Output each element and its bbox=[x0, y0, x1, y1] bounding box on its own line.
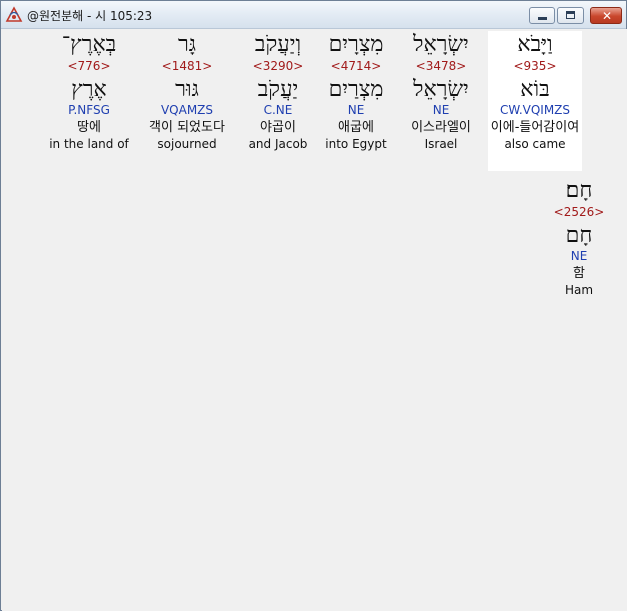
english-gloss: in the land of bbox=[49, 137, 129, 151]
close-button[interactable]: ✕ bbox=[590, 7, 622, 24]
app-logo-icon[interactable] bbox=[5, 6, 23, 24]
korean-gloss: 땅에 bbox=[77, 120, 101, 135]
lemma-word: בּוֹא bbox=[520, 77, 550, 102]
english-gloss: sojourned bbox=[157, 137, 217, 151]
korean-gloss: 야곱이 bbox=[260, 120, 296, 135]
hebrew-word: וַיָּבֹא bbox=[517, 32, 553, 57]
korean-gloss: 객이 되었도다 bbox=[149, 120, 225, 135]
lemma-word: יַעֲקֹב bbox=[257, 77, 299, 102]
lemma-word: גּוּר bbox=[175, 77, 199, 102]
korean-gloss: 이스라엘이 bbox=[411, 120, 471, 135]
morph-code: P.NFSG bbox=[68, 103, 110, 117]
morph-code: C.NE bbox=[263, 103, 293, 117]
word-block[interactable]: וְיַעֲקֹב <3290> יַעֲקֹב C.NE 야곱이 and Ja… bbox=[231, 31, 325, 152]
hebrew-word: גָּר bbox=[177, 32, 197, 57]
hebrew-word: חָם׃ bbox=[565, 178, 593, 203]
english-gloss: also came bbox=[504, 137, 566, 151]
minimize-button[interactable] bbox=[529, 7, 555, 24]
maximize-button[interactable] bbox=[557, 7, 584, 24]
word-block[interactable]: בְּאֶרֶץ־ <776> אֶרֶץ P.NFSG 땅에 in the l… bbox=[42, 31, 136, 152]
lemma-word: אֶרֶץ bbox=[71, 77, 107, 102]
strong-number[interactable]: <776> bbox=[42, 59, 136, 73]
strong-number[interactable]: <1481> bbox=[140, 59, 234, 73]
hebrew-word: בְּאֶרֶץ־ bbox=[61, 32, 117, 57]
word-block[interactable]: גָּר <1481> גּוּר VQAMZS 객이 되었도다 sojourn… bbox=[140, 31, 234, 152]
morph-code: NE bbox=[570, 249, 588, 263]
morph-code: NE bbox=[432, 103, 450, 117]
english-gloss: Ham bbox=[564, 283, 594, 297]
word-block[interactable]: וַיָּבֹא <935> בּוֹא CW.VQIMZS 이에-들어감이여 … bbox=[488, 31, 582, 171]
hebrew-word: וְיַעֲקֹב bbox=[254, 32, 302, 57]
strong-number[interactable]: <2526> bbox=[532, 205, 626, 219]
interlinear-panel: וַיָּבֹא <935> בּוֹא CW.VQIMZS 이에-들어감이여 … bbox=[2, 29, 627, 611]
korean-gloss: 함 bbox=[573, 266, 585, 281]
lemma-word: יִשְׂרָאֵל bbox=[413, 77, 469, 102]
morph-code: CW.VQIMZS bbox=[499, 103, 571, 117]
hebrew-word: יִשְׂרָאֵל bbox=[413, 32, 469, 57]
close-icon: ✕ bbox=[601, 9, 613, 23]
minimize-icon bbox=[538, 17, 547, 20]
word-block[interactable]: יִשְׂרָאֵל <3478> יִשְׂרָאֵל NE 이스라엘이 Is… bbox=[394, 31, 488, 152]
app-window: @원전분해 - 시 105:23 ✕ וַיָּבֹא <935> בּוֹא … bbox=[0, 0, 627, 611]
strong-number[interactable]: <3478> bbox=[394, 59, 488, 73]
morph-code: VQAMZS bbox=[160, 103, 214, 117]
strong-number[interactable]: <3290> bbox=[231, 59, 325, 73]
english-gloss: and Jacob bbox=[248, 137, 308, 151]
window-title: @원전분해 - 시 105:23 bbox=[27, 9, 153, 23]
title-bar[interactable]: @원전분해 - 시 105:23 ✕ bbox=[1, 1, 626, 29]
strong-number[interactable]: <935> bbox=[488, 59, 582, 73]
korean-gloss: 이에-들어감이여 bbox=[490, 120, 580, 135]
english-gloss: Israel bbox=[424, 137, 458, 151]
lemma-word: חָם bbox=[565, 223, 593, 248]
word-block[interactable]: חָם׃ <2526> חָם NE 함 Ham bbox=[532, 177, 626, 298]
maximize-icon bbox=[566, 11, 575, 19]
